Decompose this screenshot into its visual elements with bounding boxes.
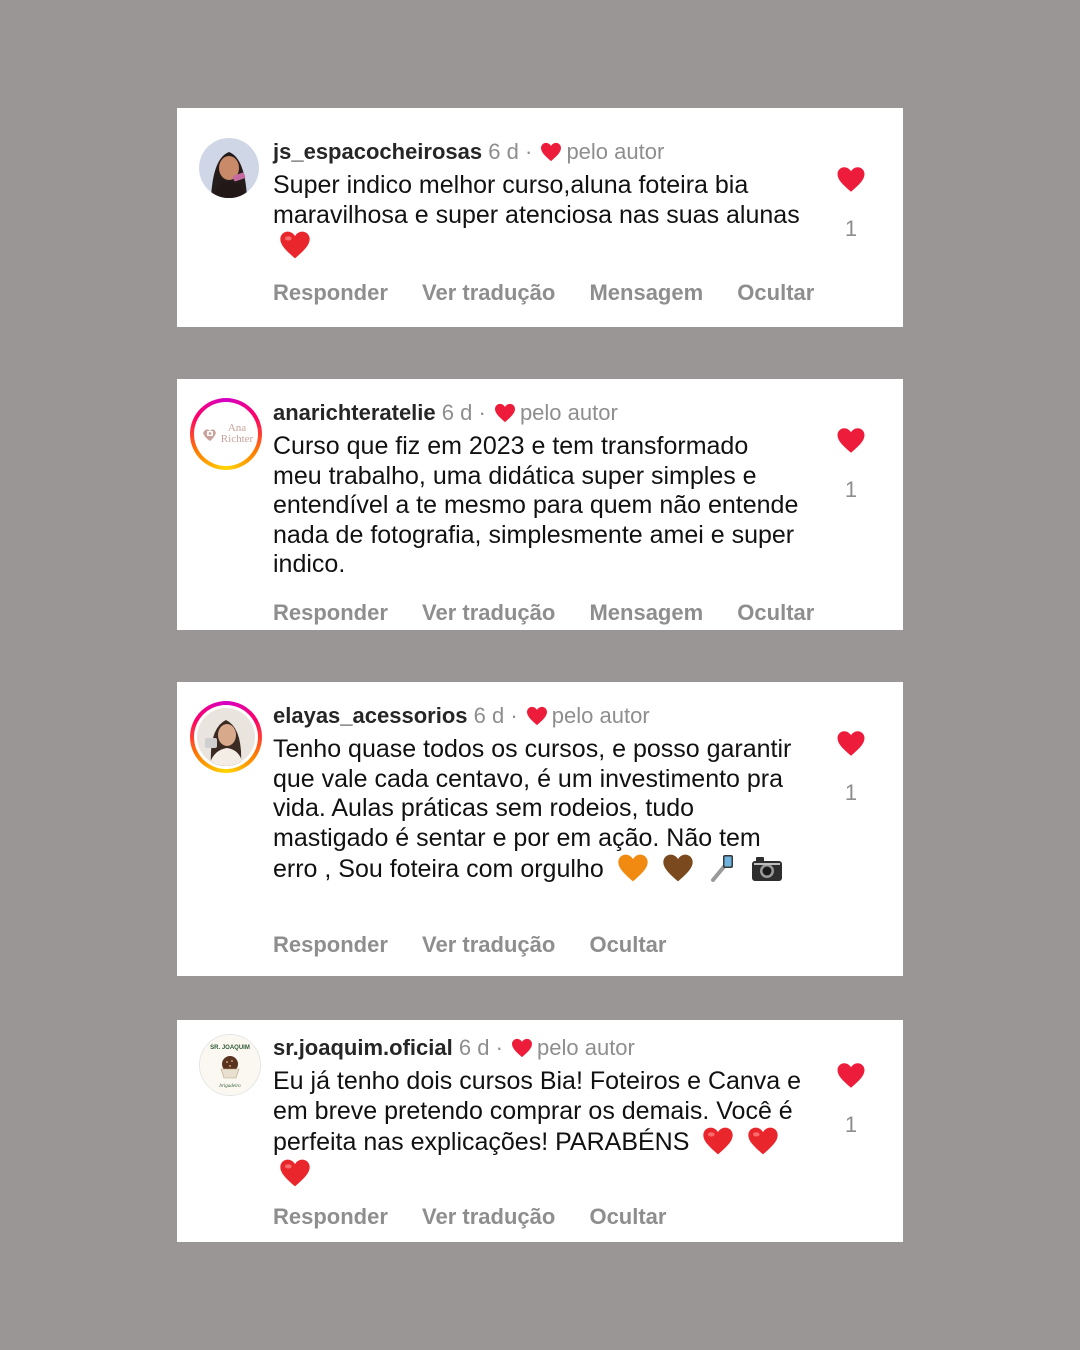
comment-meta: sr.joaquim.oficial 6 d · pelo autor <box>273 1033 803 1063</box>
liked-by-author-label: pelo autor <box>537 1035 635 1060</box>
separator-dot: · <box>510 703 518 728</box>
liked-by-author-heart-icon <box>494 403 515 423</box>
avatar[interactable]: Ana Richter <box>190 398 262 470</box>
brown-heart-emoji-icon <box>662 855 693 882</box>
comment-actions: Responder Ver tradução Mensagem Ocultar <box>273 280 842 306</box>
comment-card: SR. JOAQUIM brigadeiro sr.joaquim.oficia… <box>177 1020 903 1242</box>
comment-text: Tenho quase todos os cursos, e posso gar… <box>273 735 803 885</box>
comment-body: Super indico melhor curso,aluna foteira … <box>273 171 800 229</box>
svg-text:Richter: Richter <box>221 433 254 445</box>
user-photo <box>197 708 255 766</box>
comment-actions: Responder Ver tradução Mensagem Ocultar <box>273 600 842 626</box>
hide-button[interactable]: Ocultar <box>589 932 666 957</box>
liked-by-author-label: pelo autor <box>519 400 618 425</box>
comment-body: Curso que fiz em 2023 e tem transformado… <box>273 432 799 579</box>
user-photo-icon <box>199 138 259 198</box>
red-heart-emoji-icon <box>703 1127 734 1155</box>
like-count: 1 <box>844 216 858 241</box>
like-column: 1 <box>835 730 867 806</box>
like-column: 1 <box>835 1062 867 1138</box>
username[interactable]: sr.joaquim.oficial <box>273 1035 453 1060</box>
separator-dot: · <box>478 400 486 425</box>
avatar-ring-inner: Ana Richter <box>194 402 258 466</box>
message-button[interactable]: Mensagem <box>589 600 703 625</box>
message-button[interactable]: Mensagem <box>589 280 703 305</box>
comment-card: Ana Richter anarichteratelie 6 d · pelo … <box>177 379 903 630</box>
comment-card: js_espacocheirosas 6 d · pelo autor Supe… <box>177 108 903 327</box>
user-photo-icon <box>197 708 255 766</box>
svg-text:brigadeiro: brigadeiro <box>219 1084 241 1089</box>
username[interactable]: elayas_acessorios <box>273 703 468 728</box>
liked-by-author-label: pelo autor <box>551 703 650 728</box>
like-heart-icon[interactable] <box>836 1062 866 1089</box>
brigadeiro-logo-icon: SR. JOAQUIM brigadeiro <box>200 1035 260 1095</box>
liked-by-author-label: pelo autor <box>566 139 665 164</box>
red-heart-emoji-icon <box>748 1127 778 1155</box>
reply-button[interactable]: Responder <box>273 1204 388 1229</box>
red-heart-emoji-icon <box>280 231 310 259</box>
like-heart-icon[interactable] <box>836 427 866 454</box>
liked-by-author-heart-icon <box>512 1038 533 1058</box>
avatar[interactable]: SR. JOAQUIM brigadeiro <box>199 1034 261 1096</box>
like-count: 1 <box>844 1112 858 1137</box>
like-count: 1 <box>844 477 858 502</box>
like-column: 1 <box>835 427 867 503</box>
reply-button[interactable]: Responder <box>273 280 388 305</box>
liked-by-author-heart-icon <box>541 142 562 162</box>
timestamp: 6 d <box>441 400 473 425</box>
username[interactable]: js_espacocheirosas <box>273 139 482 164</box>
comment-actions: Responder Ver tradução Ocultar <box>273 1204 694 1230</box>
comment-text: Eu já tenho dois cursos Bia! Foteiros e … <box>273 1067 803 1189</box>
timestamp: 6 d <box>458 1035 490 1060</box>
avatar[interactable] <box>199 138 259 198</box>
translate-button[interactable]: Ver tradução <box>422 280 555 305</box>
svg-text:SR. JOAQUIM: SR. JOAQUIM <box>210 1045 250 1051</box>
comment-meta: js_espacocheirosas 6 d · pelo autor <box>273 137 803 167</box>
hide-button[interactable]: Ocultar <box>737 280 814 305</box>
comment-meta: elayas_acessorios 6 d · pelo autor <box>273 701 803 731</box>
comment-text: Super indico melhor curso,aluna foteira … <box>273 171 803 262</box>
camera-emoji-icon <box>751 857 782 882</box>
comment-meta: anarichteratelie 6 d · pelo autor <box>273 398 803 428</box>
translate-button[interactable]: Ver tradução <box>422 932 555 957</box>
reply-button[interactable]: Responder <box>273 932 388 957</box>
avatar-ring-inner <box>194 705 258 769</box>
translate-button[interactable]: Ver tradução <box>422 1204 555 1229</box>
like-count: 1 <box>844 780 858 805</box>
orange-heart-emoji-icon <box>618 855 648 882</box>
reply-button[interactable]: Responder <box>273 600 388 625</box>
like-column: 1 <box>835 166 867 242</box>
selfie-stick-emoji-icon <box>710 855 733 883</box>
brand-logo-icon: Ana Richter <box>197 405 255 463</box>
like-heart-icon[interactable] <box>836 166 866 193</box>
timestamp: 6 d <box>473 703 505 728</box>
hide-button[interactable]: Ocultar <box>589 1204 666 1229</box>
username[interactable]: anarichteratelie <box>273 400 436 425</box>
separator-dot: · <box>495 1035 503 1060</box>
separator-dot: · <box>524 139 533 164</box>
translate-button[interactable]: Ver tradução <box>422 600 555 625</box>
comment-actions: Responder Ver tradução Ocultar <box>273 932 694 958</box>
comment-card: elayas_acessorios 6 d · pelo autor Tenho… <box>177 682 903 976</box>
liked-by-author-heart-icon <box>526 706 547 726</box>
comment-text: Curso que fiz em 2023 e tem transformado… <box>273 432 803 580</box>
avatar[interactable] <box>190 701 262 773</box>
timestamp: 6 d <box>488 139 519 164</box>
like-heart-icon[interactable] <box>836 730 866 757</box>
hide-button[interactable]: Ocultar <box>737 600 814 625</box>
ana-richter-logo: Ana Richter <box>197 405 255 463</box>
red-heart-emoji-icon <box>280 1159 310 1187</box>
